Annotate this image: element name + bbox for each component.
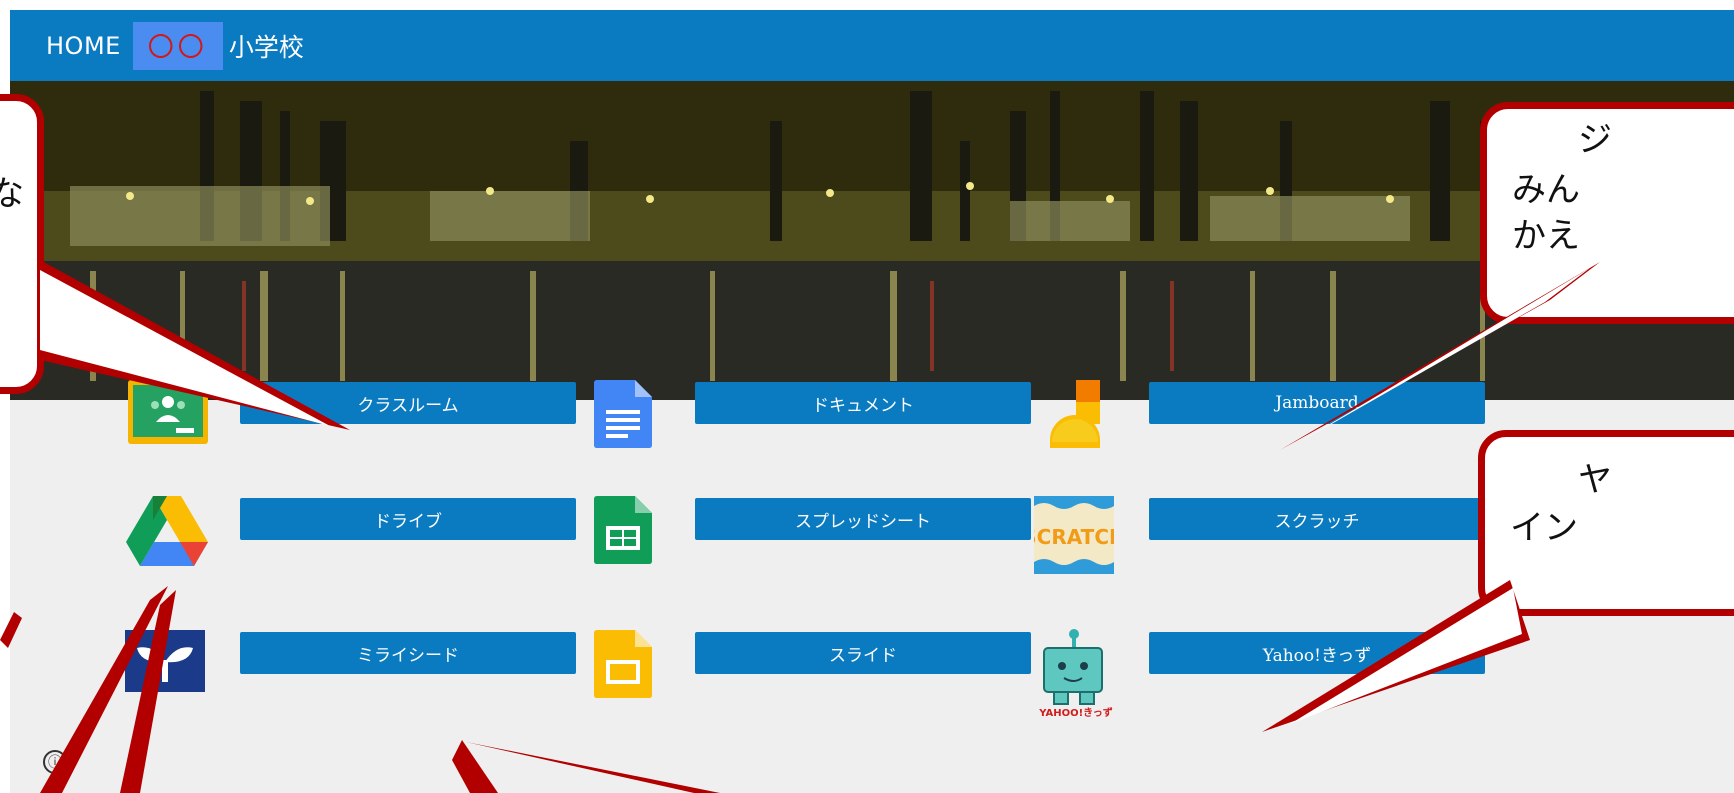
info-icon[interactable]: ⓘ	[43, 750, 67, 774]
callout-right-top-line1: ジ	[1578, 120, 1612, 160]
spreadsheet-button[interactable]: スプレッドシート	[695, 498, 1031, 540]
scratch-icon[interactable]: SCRATCH	[1022, 496, 1126, 574]
hero-banner-night-factory	[10, 81, 1734, 400]
callout-right-top-line3: かえ	[1512, 216, 1580, 256]
factory-skyline-image	[10, 81, 1734, 400]
yahoo-kids-button[interactable]: Yahoo!きっず	[1149, 632, 1485, 674]
callout-right-mid-line2: イン	[1510, 508, 1578, 548]
page: HOME 〇〇 小学校 クラスルーム ドキュメント Jamboard ドライブ …	[10, 10, 1734, 793]
slides-button[interactable]: スライド	[695, 632, 1031, 674]
callout-right-mid-line1: ヤ	[1578, 460, 1612, 500]
mirai-seed-button[interactable]: ミライシード	[240, 632, 576, 674]
docs-button[interactable]: ドキュメント	[695, 382, 1031, 424]
home-link[interactable]: HOME	[46, 32, 121, 60]
jamboard-icon[interactable]	[1050, 380, 1100, 452]
school-name[interactable]: 小学校	[229, 28, 304, 64]
jamboard-button[interactable]: Jamboard	[1149, 382, 1485, 424]
scratch-button[interactable]: スクラッチ	[1149, 498, 1485, 540]
callout-left-top	[0, 94, 44, 394]
google-slides-icon[interactable]	[594, 630, 652, 702]
callout-right-top-line2: みん	[1512, 170, 1580, 210]
yahoo-logo-text: YAHOO!きっず	[1038, 706, 1113, 718]
google-classroom-icon[interactable]	[128, 380, 208, 448]
google-docs-icon[interactable]	[594, 380, 652, 452]
google-drive-icon[interactable]	[126, 496, 208, 572]
drive-button[interactable]: ドライブ	[240, 498, 576, 540]
classroom-button[interactable]: クラスルーム	[240, 382, 576, 424]
mirai-seed-icon[interactable]	[125, 630, 205, 696]
scratch-logo-text: SCRATCH	[1034, 525, 1114, 549]
google-sheets-icon[interactable]	[594, 496, 652, 568]
yahoo-kids-icon[interactable]: YAHOO!きっず	[1034, 628, 1118, 719]
callout-left-top-text: な	[0, 174, 24, 214]
school-name-placeholder[interactable]: 〇〇	[132, 21, 223, 70]
top-navigation-bar: HOME 〇〇 小学校	[10, 10, 1734, 81]
